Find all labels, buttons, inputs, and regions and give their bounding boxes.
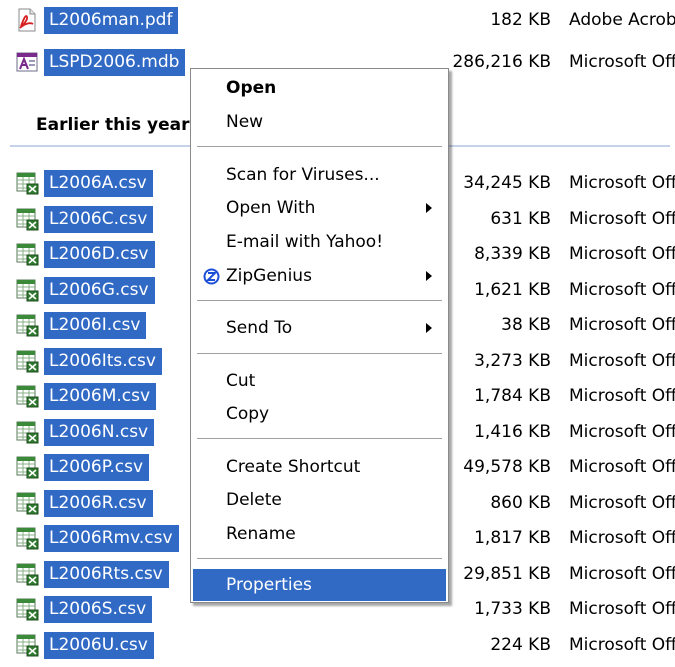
submenu-arrow-icon: [426, 203, 432, 213]
file-name[interactable]: L2006P.csv: [44, 454, 150, 481]
file-type: Microsoft Office Excel Comma Separated V…: [569, 209, 675, 229]
excel-csv-icon: [16, 314, 39, 337]
menu-item-properties[interactable]: Properties: [193, 569, 446, 601]
file-name[interactable]: L2006man.pdf: [44, 7, 179, 34]
file-type: Microsoft Office Excel Comma Separated V…: [569, 386, 675, 406]
file-name[interactable]: L2006M.csv: [44, 383, 157, 410]
file-name[interactable]: LSPD2006.mdb: [44, 49, 186, 76]
file-row[interactable]: L2006U.csv 224 KB Microsoft Office Excel C…: [0, 630, 675, 660]
file-type: Microsoft Office Access Application: [569, 52, 675, 72]
explorer-file-list: L2006man.pdf 182 KB Adobe Acrobat Docume…: [0, 0, 675, 667]
menu-item-open-with[interactable]: Open With: [193, 192, 446, 224]
excel-csv-icon: [16, 563, 39, 586]
context-menu: Open New Scan for Viruses... Open With E…: [190, 68, 449, 603]
file-name[interactable]: L2006C.csv: [44, 206, 154, 233]
file-type: Microsoft Office Excel Comma Separated V…: [569, 244, 675, 264]
group-header: Earlier this year: [36, 115, 190, 135]
file-name[interactable]: L2006U.csv: [44, 632, 154, 659]
file-name[interactable]: L2006A.csv: [44, 170, 153, 197]
menu-item-copy[interactable]: Copy: [193, 398, 446, 430]
file-size: 1,817 KB: [474, 528, 551, 548]
menu-separator: [197, 353, 442, 354]
file-type: Microsoft Office Excel Comma Separated V…: [569, 493, 675, 513]
excel-csv-icon: [16, 492, 39, 515]
file-name[interactable]: L2006Rts.csv: [44, 561, 169, 588]
file-type: Microsoft Office Excel Comma Separated V…: [569, 635, 675, 655]
file-type: Microsoft Office Excel Comma Separated V…: [569, 173, 675, 193]
menu-item-rename[interactable]: Rename: [193, 518, 446, 550]
file-size: 1,621 KB: [474, 280, 551, 300]
menu-item-label: ZipGenius: [226, 266, 312, 286]
menu-separator: [197, 438, 442, 439]
file-name[interactable]: L2006G.csv: [44, 277, 155, 304]
submenu-arrow-icon: [426, 323, 432, 333]
file-size: 8,339 KB: [474, 244, 551, 264]
menu-separator: [197, 558, 442, 559]
file-type: Microsoft Office Excel Comma Separated V…: [569, 599, 675, 619]
excel-csv-icon: [16, 598, 39, 621]
file-type: Adobe Acrobat Document: [569, 10, 675, 30]
excel-csv-icon: [16, 350, 39, 373]
menu-item-new[interactable]: New: [193, 106, 446, 138]
file-name[interactable]: L2006Rmv.csv: [44, 525, 179, 552]
menu-item-email-yahoo[interactable]: E-mail with Yahoo!: [193, 226, 446, 258]
file-size: 860 KB: [490, 493, 551, 513]
file-name[interactable]: L2006R.csv: [44, 490, 153, 517]
excel-csv-icon: [16, 421, 39, 444]
file-size: 34,245 KB: [463, 173, 551, 193]
excel-csv-icon: [16, 385, 39, 408]
file-size: 49,578 KB: [463, 457, 551, 477]
file-name[interactable]: L2006N.csv: [44, 419, 155, 446]
menu-item-label: Send To: [226, 318, 293, 338]
file-row[interactable]: L2006man.pdf 182 KB Adobe Acrobat Docume…: [0, 5, 675, 35]
file-size: 1,733 KB: [474, 599, 551, 619]
file-type: Microsoft Office Excel Comma Separated V…: [569, 315, 675, 335]
file-type: Microsoft Office Excel Comma Separated V…: [569, 564, 675, 584]
file-size: 631 KB: [490, 209, 551, 229]
excel-csv-icon: [16, 279, 39, 302]
submenu-arrow-icon: [426, 271, 432, 281]
excel-csv-icon: [16, 243, 39, 266]
file-type: Microsoft Office Excel Comma Separated V…: [569, 280, 675, 300]
excel-csv-icon: [16, 172, 39, 195]
file-size: 1,784 KB: [474, 386, 551, 406]
file-size: 1,416 KB: [474, 422, 551, 442]
excel-csv-icon: [16, 527, 39, 550]
menu-separator: [197, 300, 442, 301]
file-size: 286,216 KB: [452, 52, 551, 72]
menu-item-delete[interactable]: Delete: [193, 484, 446, 516]
excel-csv-icon: [16, 208, 39, 231]
file-type: Microsoft Office Excel Comma Separated V…: [569, 528, 675, 548]
file-type: Microsoft Office Excel Comma Separated V…: [569, 351, 675, 371]
menu-item-label: Open With: [226, 198, 316, 218]
menu-separator: [197, 146, 442, 147]
file-size: 224 KB: [490, 635, 551, 655]
zipgenius-icon: [203, 268, 220, 285]
file-name[interactable]: L2006D.csv: [44, 241, 155, 268]
file-size: 38 KB: [501, 315, 551, 335]
file-name[interactable]: L2006S.csv: [44, 596, 153, 623]
excel-csv-icon: [16, 456, 39, 479]
file-size: 29,851 KB: [463, 564, 551, 584]
file-name[interactable]: L2006I.csv: [44, 312, 147, 339]
menu-item-send-to[interactable]: Send To: [193, 312, 446, 344]
excel-csv-icon: [16, 634, 39, 657]
menu-item-create-shortcut[interactable]: Create Shortcut: [193, 451, 446, 483]
access-db-icon: [16, 52, 38, 72]
menu-item-open[interactable]: Open: [193, 72, 446, 104]
file-type: Microsoft Office Excel Comma Separated V…: [569, 457, 675, 477]
menu-item-scan-viruses[interactable]: Scan for Viruses...: [193, 159, 446, 191]
pdf-icon: [18, 8, 36, 32]
file-type: Microsoft Office Excel Comma Separated V…: [569, 422, 675, 442]
menu-item-cut[interactable]: Cut: [193, 365, 446, 397]
file-size: 182 KB: [490, 10, 551, 30]
file-size: 3,273 KB: [474, 351, 551, 371]
menu-item-zipgenius[interactable]: ZipGenius: [193, 260, 446, 292]
file-name[interactable]: L2006Its.csv: [44, 348, 162, 375]
